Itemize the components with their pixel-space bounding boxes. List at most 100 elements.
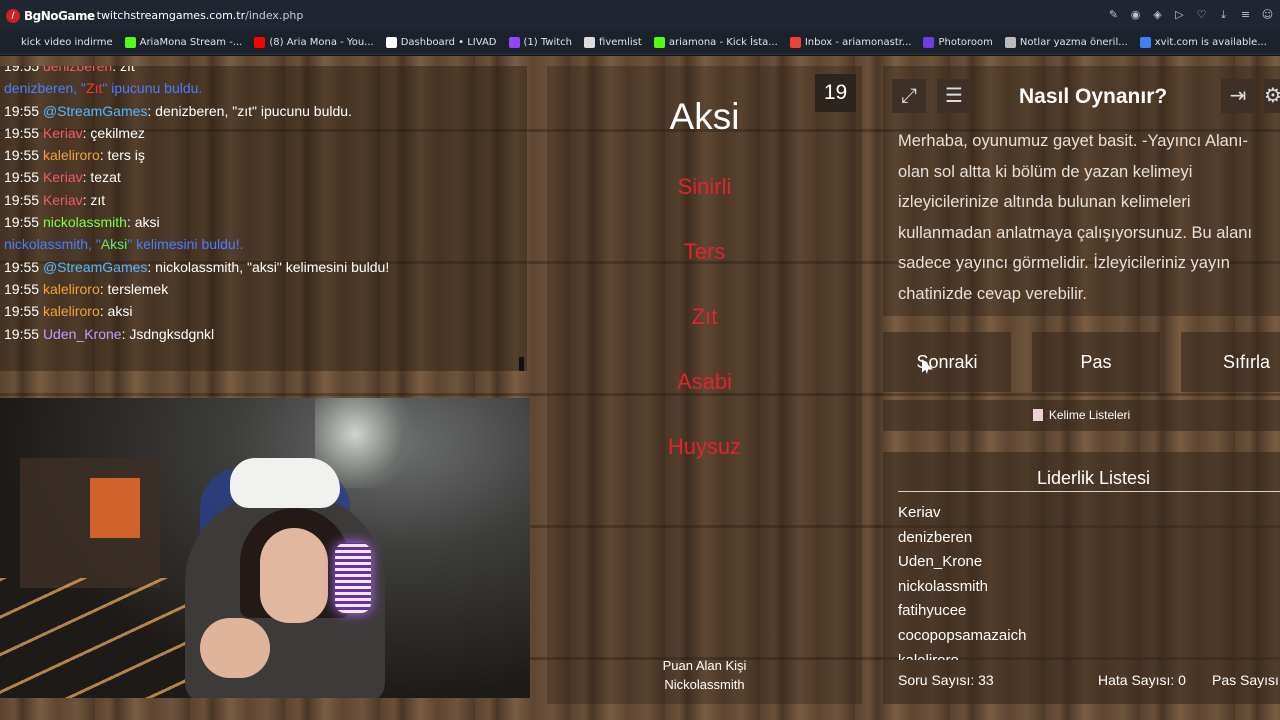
pass-count: Pas Sayısı — [1212, 672, 1279, 688]
leaderboard-entry: nickolassmith — [898, 577, 989, 595]
browser-toolbar: / BgNoGame twitchstreamgames.com.tr/inde… — [0, 0, 1280, 31]
scorer-name: Nickolassmith — [664, 677, 745, 692]
play-icon[interactable]: ▷ — [1173, 8, 1186, 21]
bookmark-label: AriaMona Stream -... — [139, 37, 243, 48]
chat-time: 19:55 — [4, 147, 40, 164]
chat-scrollbar[interactable] — [519, 357, 524, 371]
rules-line: olan sol altta ki bölüm de yazan kelimey… — [898, 162, 1193, 181]
leaderboard-entry: fatihyucee — [898, 602, 967, 620]
bookmark-item[interactable]: (8) Aria Mona - You... — [248, 37, 379, 48]
brand: / BgNoGame — [6, 8, 95, 23]
bookmark-favicon-icon — [584, 37, 596, 48]
camera-icon[interactable]: ◉ — [1129, 8, 1142, 21]
leaderboard-entry: Uden_Krone — [898, 553, 983, 571]
shield-icon[interactable]: ◈ — [1151, 8, 1164, 21]
url-host: twitchstreamgames.com.tr — [96, 9, 246, 22]
reset-button[interactable]: Sıfırla — [1181, 332, 1280, 392]
howto-title: Nasıl Oynanır? — [1019, 85, 1168, 108]
chat-username[interactable]: nickolassmith — [43, 214, 127, 230]
system-highlight: Aksi — [100, 236, 128, 253]
bookmark-label: (8) Aria Mona - You... — [269, 37, 374, 48]
system-highlight: Zıt — [86, 80, 103, 97]
leaderboard-entry: cocopopsamazaich — [898, 626, 1027, 644]
rules-line: sadece yayıncı görmelidir. İzleyicilerin… — [898, 254, 1230, 273]
bookmark-favicon-icon — [254, 37, 266, 48]
bookmark-favicon-icon — [923, 37, 935, 48]
profile-icon[interactable]: ☺ — [1261, 8, 1274, 21]
bookmark-item[interactable]: ariamona - Kick İsta... — [648, 37, 784, 48]
bookmark-favicon-icon — [1004, 37, 1016, 48]
webcam-feed — [0, 398, 530, 698]
chat-text: : zıt — [82, 191, 106, 208]
chat-message: 19:55 Keriav: zıt — [4, 189, 523, 211]
gear-icon[interactable]: ⚙ — [1264, 79, 1280, 113]
document-icon[interactable]: ☰ — [937, 79, 971, 113]
rules-line: izleyicilerinize altında bulunan kelimel… — [898, 193, 1191, 212]
bookmark-favicon-icon — [1139, 37, 1151, 48]
bookmark-item[interactable]: xvit.com is available... — [1134, 37, 1273, 48]
chat-time: 19:55 — [4, 191, 40, 208]
chat-text: : çekilmez — [82, 124, 145, 141]
leaderboard-title: Liderlik Listesi — [1037, 468, 1151, 488]
bookmark-item[interactable]: Photoroom — [917, 37, 998, 48]
forbidden-word: Asabi — [676, 369, 733, 394]
question-count: Soru Sayısı: 33 — [898, 672, 994, 688]
bookmark-item[interactable]: fivemlist — [578, 37, 648, 48]
download-icon[interactable]: ⤓ — [1217, 8, 1230, 21]
address-bar[interactable]: twitchstreamgames.com.tr/index.php — [97, 9, 304, 22]
chat-username[interactable]: kaleliroro — [43, 303, 100, 319]
logout-icon[interactable]: ⇥ — [1221, 79, 1255, 113]
toolbar-icons: ✎ ◉ ◈ ▷ ♡ ⤓ ≡ ☺ — [1107, 8, 1274, 21]
bookmark-item[interactable]: Notlar yazma öneril... — [999, 37, 1134, 48]
word-lists-button[interactable]: Kelime Listeleri — [883, 400, 1280, 431]
forbidden-word: Zıt — [691, 304, 718, 329]
bookmark-item[interactable]: kick video indirme — [0, 37, 119, 48]
chat-username[interactable]: @StreamGames — [43, 103, 147, 119]
chat-username[interactable]: Keriav — [43, 169, 83, 185]
chat-text: : nickolassmith, "aksi" kelimesini buldu… — [147, 258, 390, 275]
chat-time: 19:55 — [4, 169, 40, 186]
bookmark-favicon-icon — [653, 37, 665, 48]
chat-username[interactable]: @StreamGames — [43, 259, 147, 275]
chat-time: 19:55 — [4, 325, 40, 342]
edit-icon[interactable]: ✎ — [1107, 8, 1120, 21]
chat-username[interactable]: Keriav — [43, 125, 83, 141]
bookmark-label: fivemlist — [599, 37, 642, 48]
chat-time: 19:55 — [4, 280, 40, 297]
chat-panel: 19:55 denizberen: zıt denizberen, "Zıt" i… — [0, 66, 527, 371]
system-text: " ipucunu buldu. — [102, 80, 203, 97]
chat-username[interactable]: kaleliroro — [43, 281, 100, 297]
chat-username[interactable]: Keriav — [43, 192, 83, 208]
rules-line: chatinizde cevap verebilir. — [898, 284, 1087, 303]
leaderboard-entry: denizberen — [898, 528, 973, 546]
forbidden-word: Huysuz — [667, 434, 742, 459]
leaderboard-list[interactable]: Keriav denizberen Uden_Krone nickolassmith f… — [898, 503, 1280, 660]
rules-line: Merhaba, oyunumuz gayet basit. -Yayıncı … — [898, 132, 1249, 150]
chat-time: 19:55 — [4, 124, 40, 141]
chat-username[interactable]: denizberen — [43, 66, 112, 74]
brand-name: BgNoGame — [24, 8, 95, 23]
bookmark-item[interactable]: (1) Twitch — [503, 37, 579, 48]
leaderboard-entry: Keriav — [898, 504, 941, 521]
next-button[interactable]: Sonraki — [883, 332, 1011, 392]
bookmark-item[interactable]: Inbox - ariamonastr... — [784, 37, 918, 48]
chat-text: : ters iş — [99, 147, 145, 164]
pass-button[interactable]: Pas — [1032, 332, 1160, 392]
chat-message: 19:55 Keriav: çekilmez — [4, 122, 523, 144]
chat-username[interactable]: kaleliroro — [43, 147, 100, 163]
chat-time: 19:55 — [4, 303, 40, 320]
menu-icon[interactable]: ≡ — [1239, 8, 1252, 21]
bookmarks-bar: kick video indirme AriaMona Stream -... (8… — [0, 31, 1280, 55]
bookmark-favicon-icon — [508, 37, 520, 48]
bookmark-favicon-icon — [6, 37, 17, 48]
system-text: " kelimesini buldu!. — [127, 236, 244, 253]
error-count: Hata Sayısı: 0 — [1098, 672, 1186, 688]
chat-text: : tezat — [82, 169, 121, 186]
heart-icon[interactable]: ♡ — [1195, 8, 1208, 21]
bookmark-item[interactable]: Dashboard • LIVAD — [380, 37, 503, 48]
rules-line: kullanmadan anlatmaya çalışıyorsunuz. Bu… — [898, 223, 1253, 242]
bookmark-item[interactable]: AriaMona Stream -... — [119, 37, 249, 48]
chat-username[interactable]: Uden_Krone — [43, 326, 122, 342]
chat-text: : zıt — [112, 66, 135, 74]
fullscreen-icon[interactable]: ⤢ — [892, 79, 926, 113]
